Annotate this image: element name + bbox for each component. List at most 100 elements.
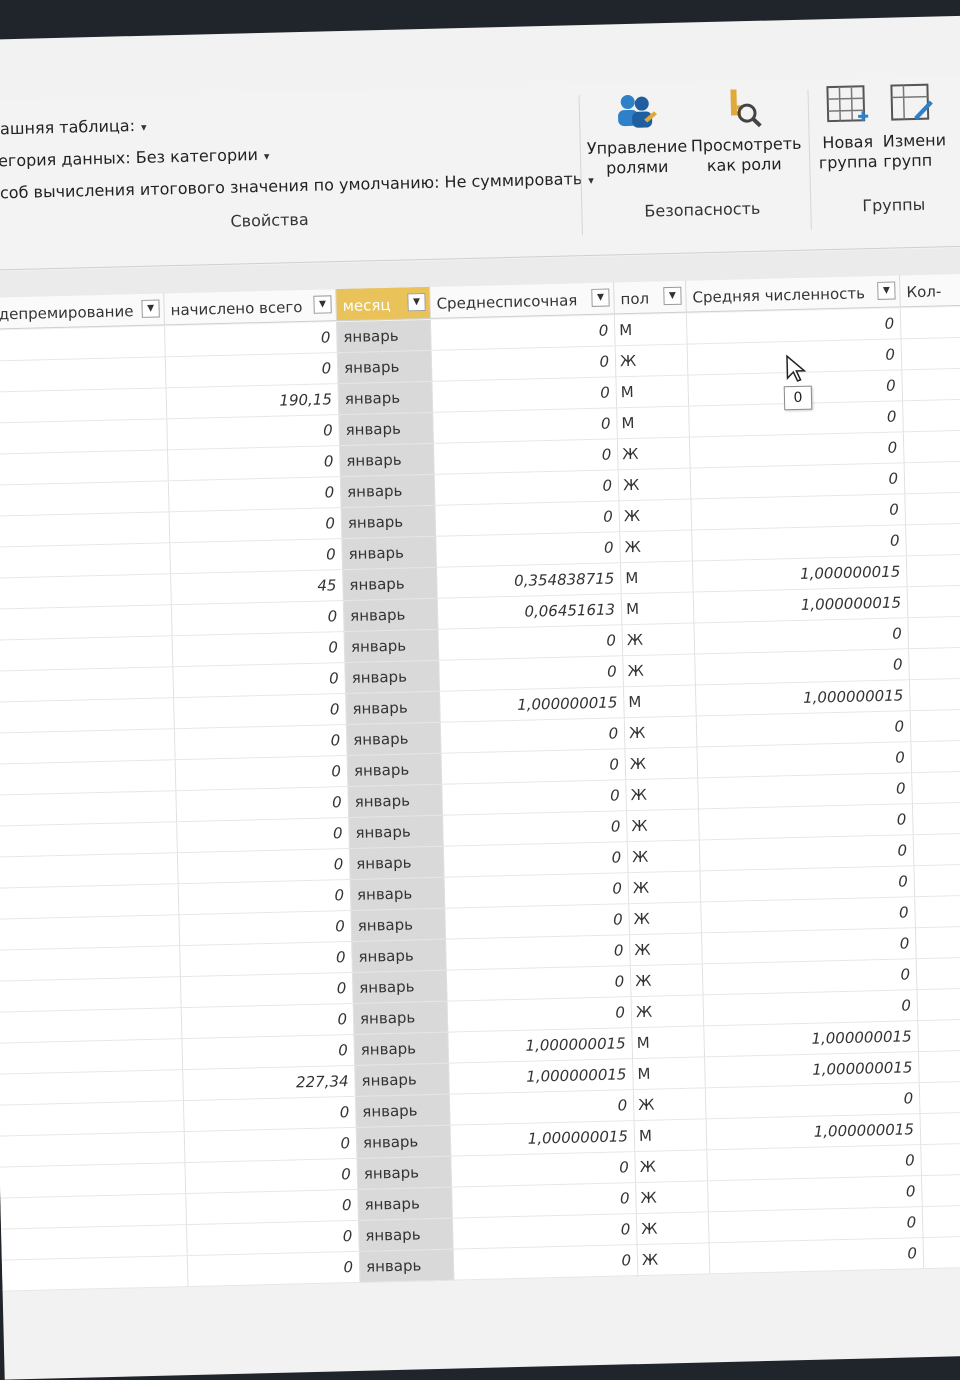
column-header[interactable]: пол ▼ [614,280,687,315]
table-cell[interactable] [920,1111,960,1146]
table-cell[interactable] [915,895,960,929]
cell-gender[interactable]: М [617,406,690,440]
cell-avg-headcount-list[interactable]: 0 [445,904,631,940]
cell-avg-headcount-list[interactable]: 0 [432,377,618,413]
column-header[interactable]: месяц ▼ [336,286,431,322]
cell-month[interactable]: январь [358,1187,453,1221]
cell-avg-headcount-list[interactable]: 0 [447,997,633,1033]
cell-gender[interactable]: М [633,1057,706,1091]
table-cell[interactable] [922,1173,960,1208]
home-table-dropdown[interactable]: омашняя таблица: ▾ [0,116,147,139]
column-header[interactable]: б депремирование ▼ [0,293,166,330]
table-cell[interactable] [0,512,171,548]
table-cell[interactable] [0,760,177,796]
table-cell[interactable] [923,1235,960,1270]
cell-gender[interactable]: М [616,375,690,409]
cell-avg-headcount-list[interactable]: 1,000000015 [440,687,625,723]
cell-accrued-total[interactable]: 0 [181,1003,355,1040]
cell-month[interactable]: январь [352,939,447,973]
cell-accrued-total[interactable]: 227,34 [183,1065,356,1102]
new-group-button[interactable]: Новая группа [815,82,879,173]
table-cell[interactable] [0,1101,185,1137]
cell-gender[interactable]: Ж [622,623,696,657]
cell-accrued-total[interactable]: 0 [165,322,338,358]
cell-accrued-total[interactable]: 0 [180,941,353,978]
table-cell[interactable] [908,616,960,650]
table-cell[interactable] [0,605,173,641]
cell-gender[interactable]: Ж [637,1243,711,1277]
cell-accrued-total[interactable]: 0 [187,1251,361,1288]
cell-accrued-total[interactable]: 0 [176,787,350,823]
cell-avg-headcount-list[interactable]: 0 [444,873,630,909]
table-cell[interactable] [0,729,176,765]
cell-avg-headcount-list[interactable]: 0 [441,749,627,785]
cell-avg-headcount-list[interactable]: 0 [434,439,619,475]
cell-month[interactable]: январь [348,784,444,819]
table-cell[interactable] [0,884,180,920]
table-cell[interactable] [0,667,175,703]
cell-month[interactable]: январь [351,908,447,942]
cell-accrued-total[interactable]: 0 [174,694,347,730]
cell-accrued-total[interactable]: 0 [170,539,344,575]
cell-month[interactable]: январь [339,412,435,447]
cell-avg-headcount-list[interactable]: 0 [452,1214,638,1250]
table-cell[interactable] [910,709,960,743]
cell-gender[interactable]: Ж [624,716,698,750]
table-cell[interactable] [901,337,960,371]
data-category-dropdown[interactable]: атегория данных: Без категории ▾ [0,145,270,171]
cell-month[interactable]: январь [349,815,444,850]
cell-avg-headcount-list[interactable]: 0 [446,935,631,971]
table-cell[interactable] [0,388,168,424]
cell-gender[interactable]: Ж [635,1150,709,1184]
cell-gender[interactable]: М [621,592,695,626]
cell-gender[interactable]: Ж [628,871,702,905]
cell-month[interactable]: январь [355,1094,451,1128]
table-cell[interactable] [0,419,169,455]
cell-month[interactable]: январь [342,536,438,571]
cell-gender[interactable]: Ж [630,933,703,967]
cell-accrued-total[interactable]: 0 [165,353,339,389]
column-header[interactable]: Средняя численность ▼ [686,275,901,313]
cell-gender[interactable]: Ж [636,1212,710,1246]
table-cell[interactable] [922,1204,960,1239]
table-cell[interactable] [919,1080,960,1115]
cell-avg-headcount-list[interactable]: 1,000000015 [450,1121,636,1157]
cell-accrued-total[interactable]: 0 [184,1127,358,1164]
cell-accrued-total[interactable]: 0 [177,849,351,885]
cell-accrued-total[interactable]: 0 [178,879,352,916]
table-cell[interactable] [0,326,166,362]
filter-dropdown-icon[interactable]: ▼ [313,295,332,314]
cell-avg-headcount-list[interactable]: 0 [434,470,620,506]
cell-gender[interactable]: Ж [619,499,693,533]
cell-month[interactable]: январь [347,753,443,788]
cell-month[interactable]: январь [346,722,442,757]
table-cell[interactable] [917,987,960,1022]
table-cell[interactable] [909,647,960,681]
cell-gender[interactable]: Ж [626,778,700,812]
table-cell[interactable] [902,368,960,402]
cell-avg-headcount-list[interactable]: 0 [449,1090,635,1126]
cell-avg-headcount-list[interactable]: 0 [451,1152,637,1188]
filter-dropdown-icon[interactable]: ▼ [877,281,896,300]
cell-month[interactable]: январь [338,381,434,416]
table-cell[interactable] [0,946,181,982]
cell-accrued-total[interactable]: 0 [171,601,345,637]
summarize-dropdown[interactable]: пособ вычисления итогового значения по у… [0,169,594,203]
filter-dropdown-icon[interactable]: ▼ [663,286,682,306]
table-cell[interactable] [906,523,960,557]
table-cell[interactable] [918,1018,960,1053]
filter-dropdown-icon[interactable]: ▼ [407,293,426,312]
cell-month[interactable]: январь [349,846,445,880]
manage-roles-button[interactable]: Управление ролями [585,91,687,179]
cell-accrued-total[interactable]: 45 [171,570,344,606]
cell-gender[interactable]: М [634,1119,708,1153]
cell-accrued-total[interactable]: 0 [175,756,349,792]
cell-gender[interactable]: М [624,685,697,719]
column-header[interactable]: начислено всего ▼ [164,289,337,326]
cell-avg-headcount-list[interactable]: 0 [435,501,621,537]
table-cell[interactable] [919,1049,960,1084]
table-cell[interactable] [914,864,960,898]
table-cell[interactable] [921,1142,960,1177]
table-cell[interactable] [900,306,960,340]
table-cell[interactable] [0,1008,183,1044]
